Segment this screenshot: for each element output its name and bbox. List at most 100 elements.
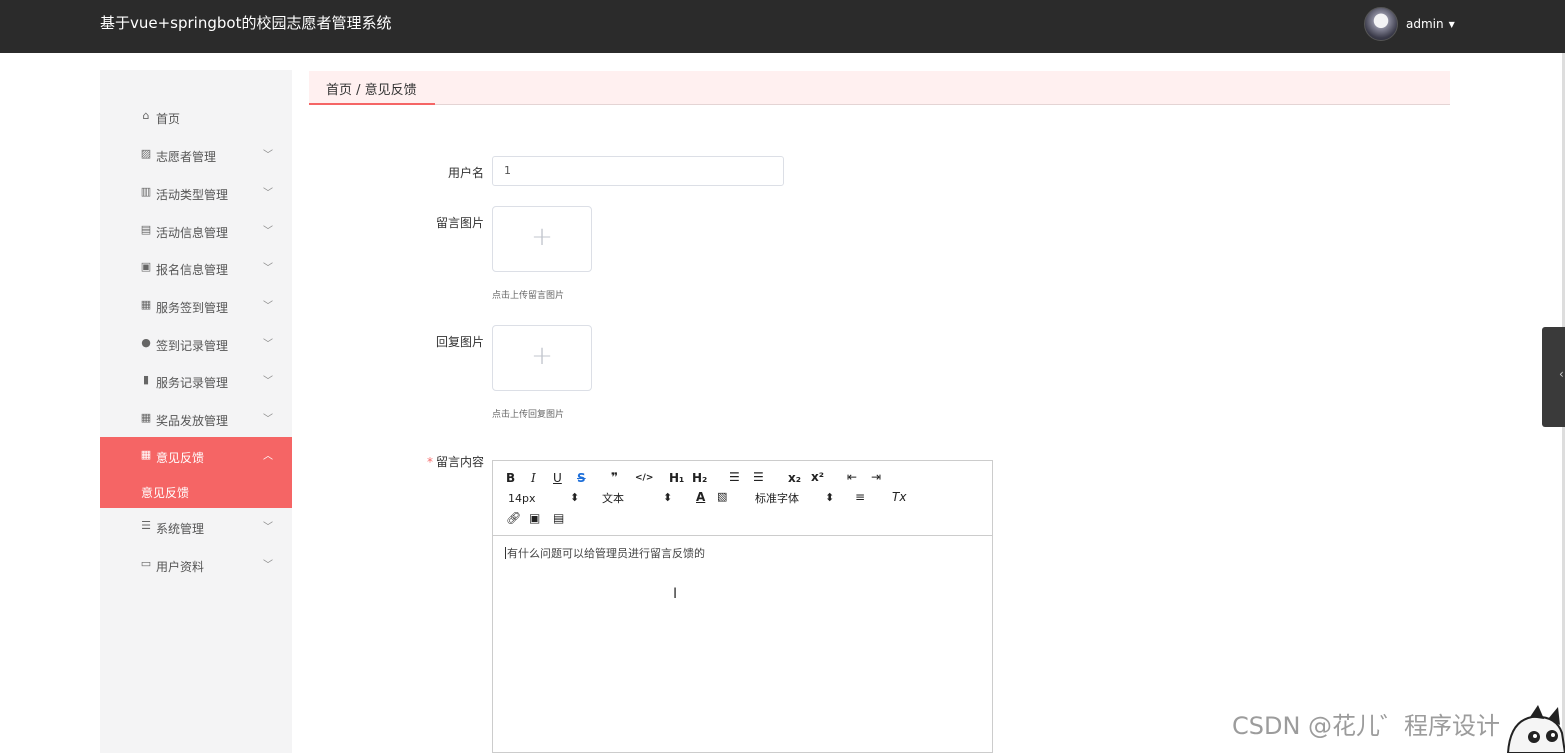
bold-button[interactable]: B — [506, 471, 515, 485]
sidebar-item-prizes[interactable]: ▦ 奖品发放管理 ﹀ — [100, 400, 292, 438]
video-icon[interactable]: ▤ — [553, 511, 564, 525]
underline-button[interactable]: U — [553, 471, 562, 485]
side-drawer-handle[interactable]: ‹ — [1542, 327, 1565, 427]
grid-icon: ▦ — [140, 298, 152, 311]
chevron-down-icon: ﹀ — [263, 150, 273, 161]
sidebar-item-label: 志愿者管理 — [156, 150, 217, 164]
sidebar-item-label: 奖品发放管理 — [156, 414, 229, 428]
reply-image-upload-hint: 点击上传回复图片 — [492, 410, 565, 420]
avatar[interactable] — [1364, 7, 1398, 41]
editor-content[interactable]: 有什么问题可以给管理员进行留言反馈的 — [505, 545, 705, 561]
sidebar-item-label: 系统管理 — [156, 522, 205, 536]
chevron-down-icon: ﹀ — [263, 414, 273, 425]
image-icon[interactable]: ▣ — [529, 511, 540, 525]
content-label-text: 留言内容 — [435, 455, 484, 469]
breadcrumb-underline — [309, 103, 435, 105]
editor-text: 有什么问题可以给管理员进行留言反馈的 — [507, 547, 705, 560]
sidebar-item-volunteers[interactable]: ▨ 志愿者管理 ﹀ — [100, 136, 292, 174]
content-label: * 留言内容 — [404, 453, 484, 470]
chevron-left-icon: ‹ — [1559, 367, 1564, 381]
sidebar-item-registration[interactable]: ▣ 报名信息管理 ﹀ — [100, 249, 292, 287]
sidebar-subitem-feedback[interactable]: 意见反馈 — [100, 473, 292, 508]
subscript-button[interactable]: x₂ — [788, 471, 801, 485]
clipboard-check-icon: ▣ — [140, 260, 152, 273]
indent-button[interactable]: ⇥ — [871, 470, 881, 484]
superscript-button[interactable]: x² — [811, 470, 824, 484]
paragraph-select[interactable]: 文本 — [602, 492, 624, 506]
italic-button[interactable]: I — [531, 471, 536, 485]
h1-button[interactable]: H₁ — [669, 471, 684, 485]
sidebar-item-feedback[interactable]: ▦ 意见反馈 ︿ — [100, 437, 292, 475]
reply-image-upload[interactable]: + — [492, 325, 592, 391]
sidebar-item-activity-types[interactable]: ▥ 活动类型管理 ﹀ — [100, 174, 292, 212]
app-title: 基于vue+springbot的校园志愿者管理系统 — [100, 14, 392, 32]
image-upload-hint: 点击上传留言图片 — [492, 291, 565, 301]
clear-format-button[interactable]: Tx — [892, 490, 906, 504]
sidebar-item-label: 活动信息管理 — [156, 226, 229, 240]
username[interactable]: admin — [1406, 17, 1444, 31]
sidebar-item-checkin-records[interactable]: ● 签到记录管理 ﹀ — [100, 325, 292, 363]
chevron-down-icon: ﹀ — [263, 376, 273, 387]
chevron-down-icon: ﹀ — [263, 560, 273, 571]
sidebar-subitem-label: 意见反馈 — [141, 486, 190, 500]
ordered-list-button[interactable]: ☰ — [729, 470, 740, 484]
sidebar-item-service-checkin[interactable]: ▦ 服务签到管理 ﹀ — [100, 287, 292, 325]
blockquote-button[interactable]: ❞ — [611, 470, 618, 484]
breadcrumb-bar: 首页 / 意见反馈 — [309, 71, 1450, 105]
image-upload[interactable]: + — [492, 206, 592, 272]
caret-down-icon[interactable]: ▼ — [1449, 20, 1455, 29]
plus-icon: + — [531, 341, 553, 371]
sidebar-item-label: 服务签到管理 — [156, 301, 229, 315]
strike-button[interactable]: S — [577, 471, 586, 485]
select-arrows-icon[interactable]: ⬍ — [663, 491, 672, 505]
top-header: 基于vue+springbot的校园志愿者管理系统 admin ▼ — [0, 0, 1565, 53]
font-color-button[interactable]: A — [696, 490, 705, 504]
chevron-down-icon: ﹀ — [263, 226, 273, 237]
rich-text-editor[interactable]: B I U S ❞ </> H₁ H₂ ☰ ☰ x₂ x² ⇤ ⇥ 14px ⬍… — [492, 460, 993, 753]
chevron-down-icon: ﹀ — [263, 301, 273, 312]
sidebar-item-label: 首页 — [156, 112, 181, 126]
chevron-up-icon: ︿ — [263, 451, 273, 462]
text-cursor — [505, 547, 506, 559]
user-menu[interactable]: admin ▼ — [1364, 7, 1455, 41]
sidebar-item-profile[interactable]: ▭ 用户资料 ﹀ — [100, 546, 292, 584]
sidebar-item-label: 报名信息管理 — [156, 263, 229, 277]
username-label: 用户名 — [447, 166, 484, 180]
background-color-icon[interactable]: ▧ — [717, 490, 727, 504]
card-icon: ▭ — [140, 557, 152, 570]
sidebar-item-label: 服务记录管理 — [156, 376, 229, 390]
select-arrows-icon[interactable]: ⬍ — [825, 491, 834, 505]
breadcrumb[interactable]: 首页 / 意见反馈 — [326, 79, 417, 98]
plus-icon: + — [531, 222, 553, 252]
sidebar-item-activity-info[interactable]: ▤ 活动信息管理 ﹀ — [100, 212, 292, 250]
link-icon[interactable]: 🔗︎ — [506, 511, 521, 525]
outdent-button[interactable]: ⇤ — [847, 470, 857, 484]
grid-icon: ▦ — [140, 448, 152, 461]
select-arrows-icon[interactable]: ⬍ — [570, 491, 579, 505]
chevron-down-icon: ﹀ — [263, 188, 273, 199]
sidebar-item-home[interactable]: ⌂ 首页 — [100, 98, 292, 136]
required-asterisk: * — [426, 455, 433, 469]
list-icon: ☰ — [141, 519, 151, 532]
reply-image-label: 回复图片 — [435, 335, 484, 349]
chevron-down-icon: ﹀ — [263, 522, 273, 533]
bar-chart-icon: ▮ — [142, 373, 150, 386]
font-family-select[interactable]: 标准字体 — [755, 492, 799, 506]
mascot-image — [1506, 705, 1565, 753]
font-size-select[interactable]: 14px — [508, 492, 536, 506]
code-button[interactable]: </> — [635, 471, 653, 485]
bullet-list-button[interactable]: ☰ — [753, 470, 764, 484]
h2-button[interactable]: H₂ — [692, 471, 707, 485]
sidebar-item-system[interactable]: ☰ 系统管理 ﹀ — [100, 508, 292, 546]
chart-icon: ▨ — [140, 147, 152, 160]
editor-toolbar: B I U S ❞ </> H₁ H₂ ☰ ☰ x₂ x² ⇤ ⇥ 14px ⬍… — [493, 461, 992, 536]
username-input[interactable]: 1 — [492, 156, 784, 186]
align-button[interactable]: ≡ — [855, 490, 865, 504]
sidebar-item-service-records[interactable]: ▮ 服务记录管理 ﹀ — [100, 362, 292, 400]
sidebar-item-label: 用户资料 — [156, 560, 205, 574]
user-icon: ● — [141, 336, 151, 349]
sidebar-item-label: 活动类型管理 — [156, 188, 229, 202]
chevron-down-icon: ﹀ — [263, 339, 273, 350]
sidebar-item-label: 意见反馈 — [156, 451, 205, 465]
clipboard-icon: ▤ — [140, 223, 152, 236]
